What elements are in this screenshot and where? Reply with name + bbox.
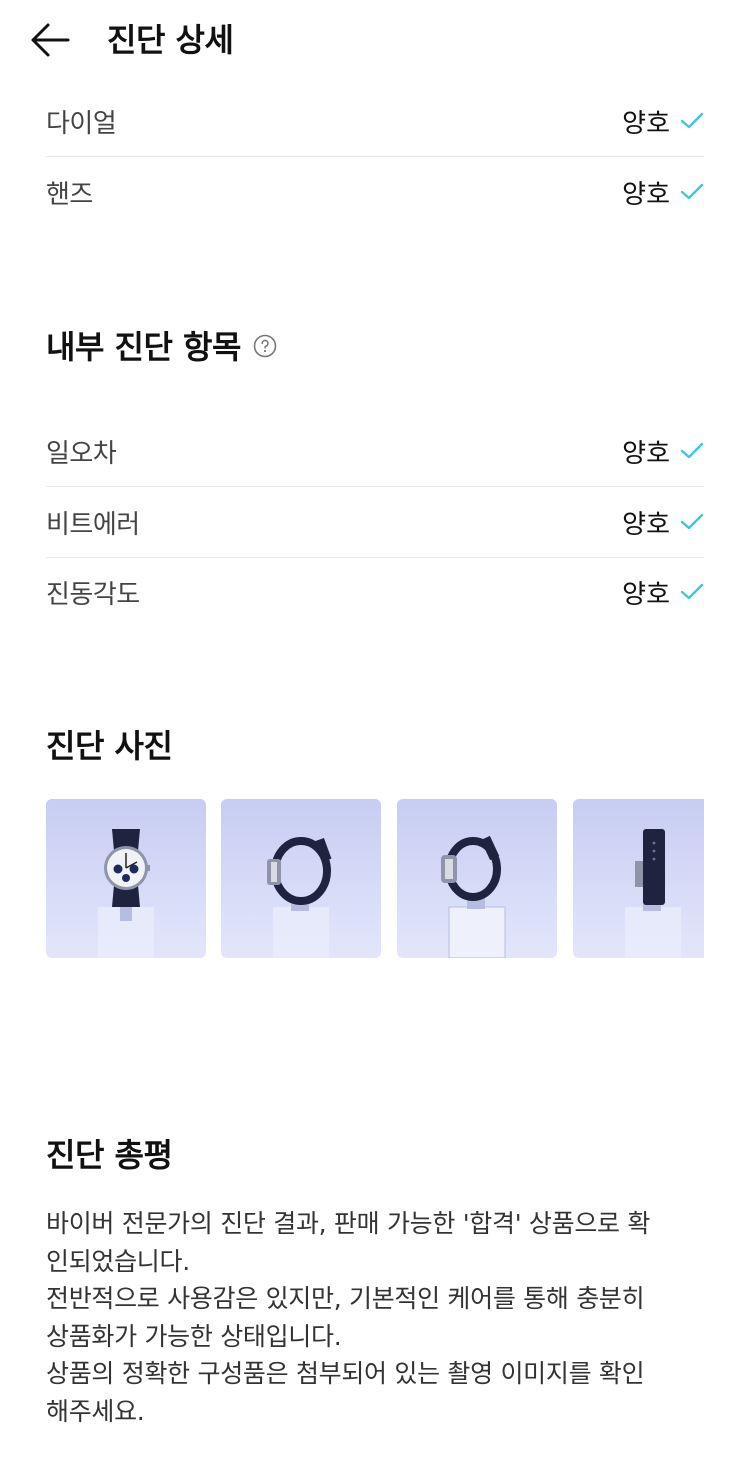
back-arrow-icon[interactable] [28, 20, 72, 60]
diagnosis-row-amplitude: 진동각도 양호 [46, 557, 704, 627]
header: 진단 상세 [0, 0, 750, 82]
watch-side-left-photo[interactable] [221, 799, 381, 958]
summary-line: 상품화가 가능한 상태입니다. [46, 1321, 342, 1351]
photos-section-title: 진단 사진 [46, 727, 173, 765]
row-label: 핸즈 [46, 179, 93, 210]
summary-line: 바이버 전문가의 진단 결과, 판매 가능한 '합격' 상품으로 확 [46, 1209, 651, 1238]
row-status: 양호 [622, 103, 704, 140]
row-label: 일오차 [46, 438, 117, 469]
status-text: 양호 [622, 179, 670, 210]
status-text: 양호 [622, 438, 670, 469]
internal-section-title: 내부 진단 항목 [46, 328, 241, 366]
row-status: 양호 [622, 174, 704, 211]
row-label: 비트에러 [46, 509, 140, 540]
help-icon[interactable] [253, 334, 277, 358]
diagnosis-row-dial: 다이얼 양호 [46, 86, 704, 157]
diagnosis-row-daily-error: 일오차 양호 [46, 416, 704, 487]
status-text: 양호 [622, 509, 670, 540]
row-label: 진동각도 [46, 579, 140, 610]
row-status: 양호 [622, 504, 704, 541]
diagnosis-row-beat-error: 비트에러 양호 [46, 487, 704, 558]
watch-front-photo[interactable] [46, 799, 206, 958]
watch-side-right-photo[interactable] [397, 799, 557, 958]
photo-carousel[interactable] [46, 799, 704, 959]
diagnosis-row-hands: 핸즈 양호 [46, 157, 704, 227]
watch-back-strap-photo[interactable] [573, 799, 704, 958]
check-icon [680, 112, 704, 129]
summary-section-title: 진단 총평 [46, 1136, 173, 1174]
row-label: 다이얼 [46, 108, 117, 139]
summary-line: 상품의 정확한 구성품은 첨부되어 있는 촬영 이미지를 확인 [46, 1359, 645, 1388]
check-icon [680, 513, 704, 530]
check-icon [680, 183, 704, 200]
summary-line: 해주세요. [46, 1396, 145, 1426]
status-text: 양호 [622, 579, 670, 610]
check-icon [680, 583, 704, 600]
page-title: 진단 상세 [107, 21, 234, 59]
status-text: 양호 [622, 108, 670, 139]
summary-text: 바이버 전문가의 진단 결과, 판매 가능한 '합격' 상품으로 확 인되었습니… [46, 1205, 706, 1430]
row-status: 양호 [622, 433, 704, 470]
check-icon [680, 442, 704, 459]
row-status: 양호 [622, 574, 704, 611]
summary-line: 인되었습니다. [46, 1246, 190, 1276]
summary-line: 전반적으로 사용감은 있지만, 기본적인 케어를 통해 충분히 [46, 1284, 645, 1313]
